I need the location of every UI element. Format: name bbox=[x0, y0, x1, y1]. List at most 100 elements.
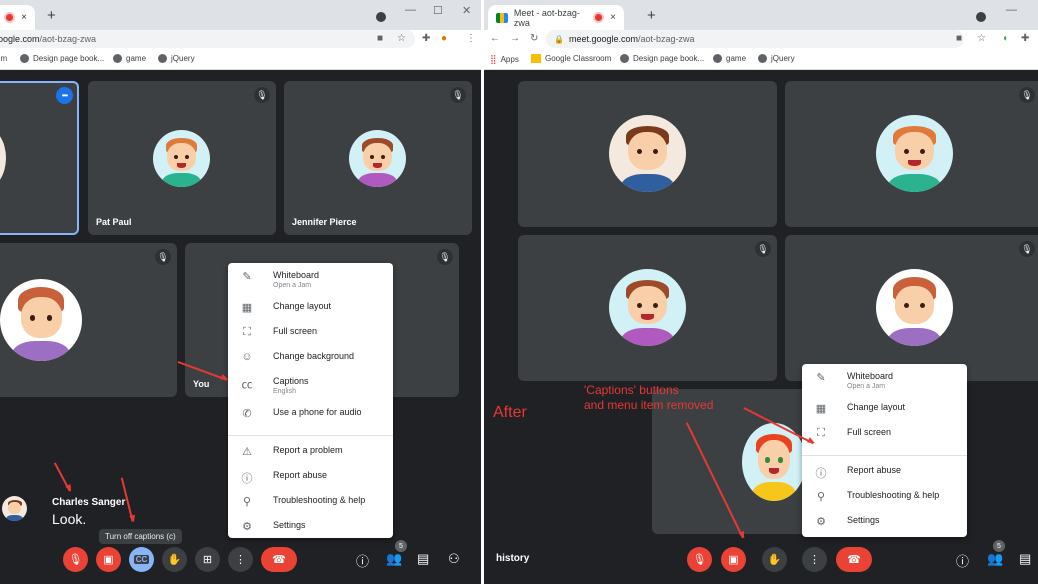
bookmark-item[interactable]: jQuery bbox=[158, 54, 195, 63]
mic-toggle-button[interactable]: 🎙 bbox=[687, 547, 712, 572]
mic-off-icon: 🎙 bbox=[155, 249, 171, 265]
menu-item-troubleshooting[interactable]: ⚲ Troubleshooting & help bbox=[228, 492, 393, 517]
tab-strip: × + — ☐ ✕ bbox=[0, 0, 481, 30]
more-options-icon[interactable]: ••• bbox=[56, 87, 73, 104]
browser-tab-meet[interactable]: × bbox=[0, 5, 35, 30]
report-abuse-icon: ⓘ bbox=[815, 468, 827, 480]
menu-item-report-abuse[interactable]: ⓘ Report abuse bbox=[228, 467, 393, 492]
bookmark-item[interactable]: om bbox=[0, 54, 7, 63]
menu-item-change-background[interactable]: ☺ Change background bbox=[228, 348, 393, 373]
menu-item-change-layout[interactable]: ▦ Change layout bbox=[802, 399, 967, 424]
raise-hand-button[interactable]: ✋ bbox=[762, 547, 787, 572]
more-vert-icon: ⋮ bbox=[809, 554, 820, 566]
camera-icon[interactable]: ■ bbox=[377, 33, 383, 44]
participant-tile[interactable]: 🎙 bbox=[0, 243, 177, 397]
menu-item-change-layout[interactable]: ▦ Change layout bbox=[228, 298, 393, 323]
extension-leaf-icon[interactable]: ◖ bbox=[1002, 33, 1008, 44]
menu-item-captions[interactable]: ㏄ Captions English bbox=[228, 373, 393, 404]
globe-icon bbox=[113, 54, 122, 63]
present-button[interactable]: ⊞ bbox=[195, 547, 220, 572]
back-icon[interactable]: ← bbox=[490, 33, 500, 44]
meeting-info-icon[interactable]: ⓘ bbox=[956, 551, 969, 570]
new-tab-button[interactable]: + bbox=[647, 7, 656, 24]
participant-count-badge: 5 bbox=[993, 540, 1005, 552]
menu-item-report-abuse[interactable]: ⓘ Report abuse bbox=[802, 462, 967, 487]
browser-tab-meet[interactable]: Meet - aot-bzag-zwa × bbox=[488, 5, 624, 30]
participant-name: You bbox=[193, 379, 210, 389]
participant-tile[interactable] bbox=[518, 81, 777, 227]
meeting-info-icon[interactable]: ⓘ bbox=[356, 551, 369, 570]
camera-icon[interactable]: ■ bbox=[956, 33, 962, 44]
people-icon[interactable]: 👥 bbox=[987, 551, 1003, 567]
menu-label: Full screen bbox=[273, 326, 318, 336]
close-tab-icon[interactable]: × bbox=[21, 12, 27, 23]
bookmark-item[interactable]: Design page book... bbox=[20, 54, 104, 63]
participant-count-badge: 5 bbox=[395, 540, 407, 552]
lock-icon: 🔒 bbox=[554, 34, 564, 44]
participant-tile[interactable]: 🎙 Jennifer Pierce bbox=[284, 81, 472, 235]
menu-divider bbox=[802, 455, 967, 456]
close-tab-icon[interactable]: × bbox=[610, 12, 616, 23]
bookmark-star-icon[interactable]: ☆ bbox=[397, 33, 406, 44]
menu-label: Report a problem bbox=[273, 445, 343, 455]
participant-tile[interactable]: 🎙 Pat Paul bbox=[88, 81, 276, 235]
participant-tile[interactable]: 🎙 bbox=[785, 81, 1038, 227]
activities-icon[interactable]: ⚇ bbox=[448, 551, 460, 567]
menu-item-phone-audio[interactable]: ✆ Use a phone for audio bbox=[228, 404, 393, 429]
participant-tile[interactable]: 🎙 bbox=[785, 235, 1038, 381]
chat-icon[interactable]: ▤ bbox=[417, 551, 429, 567]
participant-avatar bbox=[153, 130, 210, 187]
browser-menu-icon[interactable]: ⋮ bbox=[466, 33, 476, 44]
menu-item-settings[interactable]: ⚙ Settings bbox=[802, 512, 967, 537]
mic-toggle-button[interactable]: 🎙 bbox=[63, 547, 88, 572]
profile-avatar-icon[interactable]: ● bbox=[441, 33, 447, 44]
reload-icon[interactable]: ↻ bbox=[530, 33, 538, 44]
bookmark-item[interactable]: Design page book... bbox=[620, 54, 704, 63]
people-icon[interactable]: 👥 bbox=[386, 551, 402, 567]
menu-item-report-problem[interactable]: ⚠ Report a problem bbox=[228, 442, 393, 467]
bookmark-item[interactable]: jQuery bbox=[758, 54, 795, 63]
leave-call-button[interactable]: ☎ bbox=[836, 547, 872, 572]
raise-hand-button[interactable]: ✋ bbox=[162, 547, 187, 572]
menu-item-settings[interactable]: ⚙ Settings bbox=[228, 517, 393, 542]
participant-tile[interactable]: 🎙 bbox=[518, 235, 777, 381]
tab-search-icon[interactable] bbox=[976, 12, 986, 22]
bookmark-item[interactable]: Google Classroom bbox=[531, 54, 611, 63]
more-options-button[interactable]: ⋮ bbox=[802, 547, 827, 572]
new-tab-button[interactable]: + bbox=[47, 7, 56, 24]
captions-button[interactable]: CC bbox=[129, 547, 154, 572]
tab-search-icon[interactable] bbox=[376, 12, 386, 22]
menu-item-troubleshooting[interactable]: ⚲ Troubleshooting & help bbox=[802, 487, 967, 512]
leave-call-button[interactable]: ☎ bbox=[261, 547, 297, 572]
bookmark-star-icon[interactable]: ☆ bbox=[977, 33, 986, 44]
close-window-button[interactable]: ✕ bbox=[462, 4, 471, 17]
minimize-button[interactable]: — bbox=[1006, 4, 1017, 16]
minimize-button[interactable]: — bbox=[405, 4, 416, 16]
extensions-icon[interactable]: ✚ bbox=[422, 33, 430, 44]
bookmark-label: Design page book... bbox=[633, 54, 705, 63]
meeting-name: history bbox=[496, 553, 530, 564]
bookmark-item[interactable]: ⣿ Apps bbox=[490, 54, 519, 65]
menu-item-whiteboard[interactable]: ✎ Whiteboard Open a Jam bbox=[802, 368, 967, 399]
report-abuse-icon: ⓘ bbox=[241, 473, 253, 485]
menu-item-whiteboard[interactable]: ✎ Whiteboard Open a Jam bbox=[228, 267, 393, 298]
recording-indicator-icon bbox=[595, 14, 603, 21]
forward-icon[interactable]: → bbox=[510, 33, 520, 44]
annotation-after-label: After bbox=[493, 404, 527, 421]
address-bar[interactable]: 🔒 meet.google.com/aot-bzag-zwa bbox=[546, 30, 964, 48]
maximize-button[interactable]: ☐ bbox=[433, 4, 443, 17]
menu-item-full-screen[interactable]: ⛶ Full screen bbox=[802, 424, 967, 449]
camera-toggle-button[interactable]: ▣ bbox=[96, 547, 121, 572]
address-bar[interactable]: oogle.com/aot-bzag-zwa bbox=[0, 30, 415, 48]
bookmark-item[interactable]: game bbox=[713, 54, 746, 63]
bookmark-label: game bbox=[126, 54, 147, 63]
extensions-icon[interactable]: ✚ bbox=[1021, 33, 1029, 44]
chat-icon[interactable]: ▤ bbox=[1019, 551, 1031, 567]
bookmark-item[interactable]: game bbox=[113, 54, 146, 63]
captions-icon: ㏄ bbox=[241, 379, 253, 391]
menu-item-full-screen[interactable]: ⛶ Full screen bbox=[228, 323, 393, 348]
more-options-button[interactable]: ⋮ bbox=[228, 547, 253, 572]
camera-toggle-button[interactable]: ▣ bbox=[721, 547, 746, 572]
participant-tile[interactable]: ••• bbox=[0, 81, 79, 235]
present-icon: ⊞ bbox=[202, 554, 213, 566]
